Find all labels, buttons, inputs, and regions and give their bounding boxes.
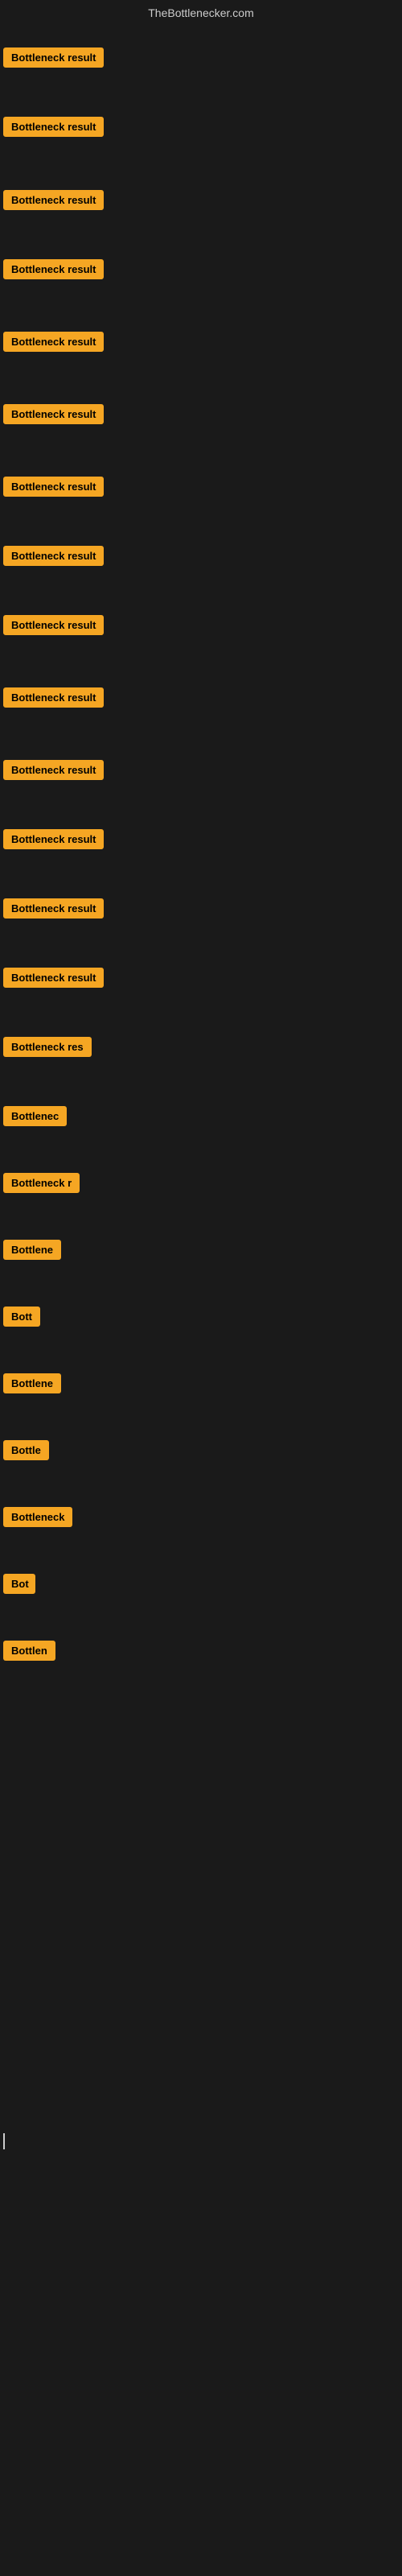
bottleneck-badge[interactable]: Bottleneck result [3, 615, 104, 635]
bottleneck-badge[interactable]: Bottleneck result [3, 190, 104, 210]
bottleneck-badge[interactable]: Bottleneck [3, 1507, 72, 1527]
result-row-16: Bottlenec [3, 1106, 67, 1130]
bottleneck-badge[interactable]: Bottleneck result [3, 117, 104, 137]
result-row-11: Bottleneck result [3, 760, 104, 784]
bottleneck-badge[interactable]: Bottleneck result [3, 898, 104, 919]
result-row-2: Bottleneck result [3, 117, 104, 141]
bottleneck-badge[interactable]: Bottleneck result [3, 968, 104, 988]
result-row-14: Bottleneck result [3, 968, 104, 992]
bottleneck-badge[interactable]: Bottleneck result [3, 829, 104, 849]
result-row-5: Bottleneck result [3, 332, 104, 356]
bottleneck-badge[interactable]: Bottleneck result [3, 259, 104, 279]
result-row-18: Bottlene [3, 1240, 61, 1264]
bottleneck-badge[interactable]: Bottleneck result [3, 332, 104, 352]
bottleneck-badge[interactable]: Bottleneck result [3, 47, 104, 68]
result-row-17: Bottleneck r [3, 1173, 80, 1197]
bottleneck-badge[interactable]: Bot [3, 1574, 35, 1594]
result-row-12: Bottleneck result [3, 829, 104, 853]
results-container: Bottleneck result Bottleneck result Bottle… [0, 26, 402, 1797]
result-row-1: Bottleneck result [3, 47, 104, 72]
cursor-indicator [3, 2133, 5, 2149]
result-row-9: Bottleneck result [3, 615, 104, 639]
result-row-7: Bottleneck result [3, 477, 104, 501]
bottleneck-badge[interactable]: Bottleneck result [3, 687, 104, 708]
result-row-22: Bottleneck [3, 1507, 72, 1531]
bottleneck-badge[interactable]: Bottleneck result [3, 477, 104, 497]
bottleneck-badge[interactable]: Bottlene [3, 1240, 61, 1260]
result-row-24: Bottlen [3, 1641, 55, 1665]
bottleneck-badge[interactable]: Bottleneck result [3, 404, 104, 424]
bottleneck-badge[interactable]: Bottlenec [3, 1106, 67, 1126]
result-row-21: Bottle [3, 1440, 49, 1464]
bottleneck-badge[interactable]: Bott [3, 1307, 40, 1327]
result-row-3: Bottleneck result [3, 190, 104, 214]
result-row-8: Bottleneck result [3, 546, 104, 570]
result-row-20: Bottlene [3, 1373, 61, 1397]
bottleneck-badge[interactable]: Bottlen [3, 1641, 55, 1661]
bottleneck-badge[interactable]: Bottleneck res [3, 1037, 92, 1057]
bottleneck-badge[interactable]: Bottleneck result [3, 546, 104, 566]
result-row-13: Bottleneck result [3, 898, 104, 923]
site-title: TheBottlenecker.com [0, 0, 402, 26]
bottleneck-badge[interactable]: Bottleneck result [3, 760, 104, 780]
bottleneck-badge[interactable]: Bottle [3, 1440, 49, 1460]
bottleneck-badge[interactable]: Bottleneck r [3, 1173, 80, 1193]
result-row-4: Bottleneck result [3, 259, 104, 283]
result-row-6: Bottleneck result [3, 404, 104, 428]
result-row-10: Bottleneck result [3, 687, 104, 712]
result-row-19: Bott [3, 1307, 40, 1331]
bottleneck-badge[interactable]: Bottlene [3, 1373, 61, 1393]
result-row-23: Bot [3, 1574, 35, 1598]
result-row-15: Bottleneck res [3, 1037, 92, 1061]
